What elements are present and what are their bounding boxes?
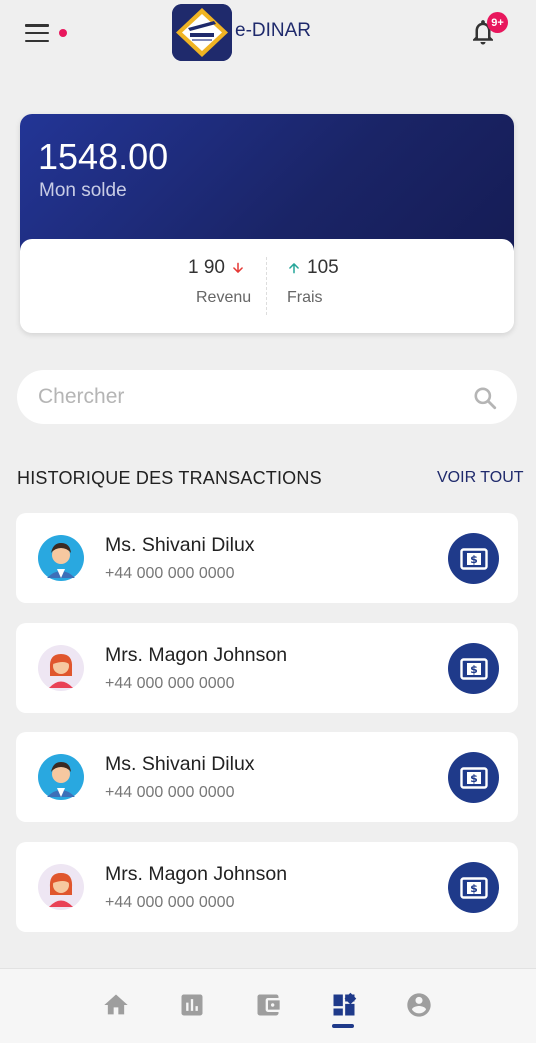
home-icon[interactable] — [102, 991, 130, 1019]
fees-stat: 105 Frais — [287, 257, 339, 307]
payment-button[interactable]: $ — [448, 533, 499, 584]
male-avatar — [38, 754, 84, 800]
menu-line — [25, 39, 49, 42]
money-icon: $ — [459, 876, 488, 899]
stats-divider — [266, 257, 267, 315]
chart-icon[interactable] — [178, 991, 206, 1019]
female-avatar — [38, 864, 84, 910]
transaction-name: Mrs. Magon Johnson — [105, 863, 288, 885]
wallet-icon[interactable] — [254, 991, 282, 1019]
transaction-name: Mrs. Magon Johnson — [105, 644, 288, 666]
income-label: Revenu — [196, 289, 252, 306]
fees-value-row: 105 — [287, 257, 339, 279]
male-avatar — [38, 535, 84, 581]
menu-line — [25, 24, 49, 27]
transaction-name: Ms. Shivani Dilux — [105, 753, 255, 775]
transaction-name: Ms. Shivani Dilux — [105, 534, 255, 556]
search-input[interactable]: Chercher — [17, 370, 517, 424]
transaction-item[interactable]: Ms. Shivani Dilux +44 000 000 0000 $ — [16, 732, 518, 822]
svg-text:$: $ — [470, 772, 478, 785]
balance-stats: 1 90 Revenu 105 Frais — [20, 239, 514, 333]
see-all-link[interactable]: VOIR TOUT — [437, 469, 524, 487]
balance-label: Mon solde — [39, 180, 127, 201]
transaction-phone: +44 000 000 0000 — [105, 675, 235, 692]
balance-amount: 1548.00 — [38, 136, 169, 177]
app-logo — [172, 4, 232, 61]
arrow-down-icon — [233, 262, 243, 273]
money-icon: $ — [459, 766, 488, 789]
search-placeholder: Chercher — [38, 385, 125, 408]
income-value: 1 90 — [188, 257, 225, 278]
money-icon: $ — [459, 547, 488, 570]
app-header: e-DINAR 9+ — [0, 0, 536, 70]
notification-badge: 9+ — [487, 12, 508, 33]
transaction-phone: +44 000 000 0000 — [105, 784, 235, 801]
menu-indicator-dot — [59, 29, 67, 37]
transaction-phone: +44 000 000 0000 — [105, 894, 235, 911]
transaction-item[interactable]: Mrs. Magon Johnson +44 000 000 0000 $ — [16, 623, 518, 713]
payment-button[interactable]: $ — [448, 862, 499, 913]
fees-value: 105 — [307, 257, 339, 278]
svg-text:$: $ — [470, 882, 478, 895]
active-tab-indicator — [332, 1024, 354, 1028]
balance-header: 1548.00 Mon solde — [20, 114, 514, 254]
menu-line — [25, 31, 49, 35]
transactions-title: HISTORIQUE DES TRANSACTIONS — [17, 468, 322, 488]
dashboard-icon[interactable] — [330, 991, 358, 1019]
arrow-up-icon — [289, 263, 299, 274]
svg-text:$: $ — [470, 553, 478, 566]
payment-button[interactable]: $ — [448, 643, 499, 694]
logo-icon — [172, 4, 232, 61]
female-avatar — [38, 645, 84, 691]
transaction-item[interactable]: Mrs. Magon Johnson +44 000 000 0000 $ — [16, 842, 518, 932]
search-icon[interactable] — [472, 385, 498, 411]
payment-button[interactable]: $ — [448, 752, 499, 803]
fees-label: Frais — [287, 289, 323, 306]
income-value-row: 1 90 — [188, 257, 251, 279]
menu-button[interactable] — [24, 22, 50, 44]
svg-text:$: $ — [470, 663, 478, 676]
transaction-phone: +44 000 000 0000 — [105, 565, 235, 582]
money-icon: $ — [459, 657, 488, 680]
app-title: e-DINAR — [235, 20, 312, 41]
transaction-item[interactable]: Ms. Shivani Dilux +44 000 000 0000 $ — [16, 513, 518, 603]
balance-card: 1548.00 Mon solde 1 90 Revenu 105 Frais — [20, 114, 514, 333]
account-icon[interactable] — [405, 991, 433, 1019]
bottom-navigation — [0, 968, 536, 1043]
income-stat: 1 90 Revenu — [188, 257, 251, 307]
